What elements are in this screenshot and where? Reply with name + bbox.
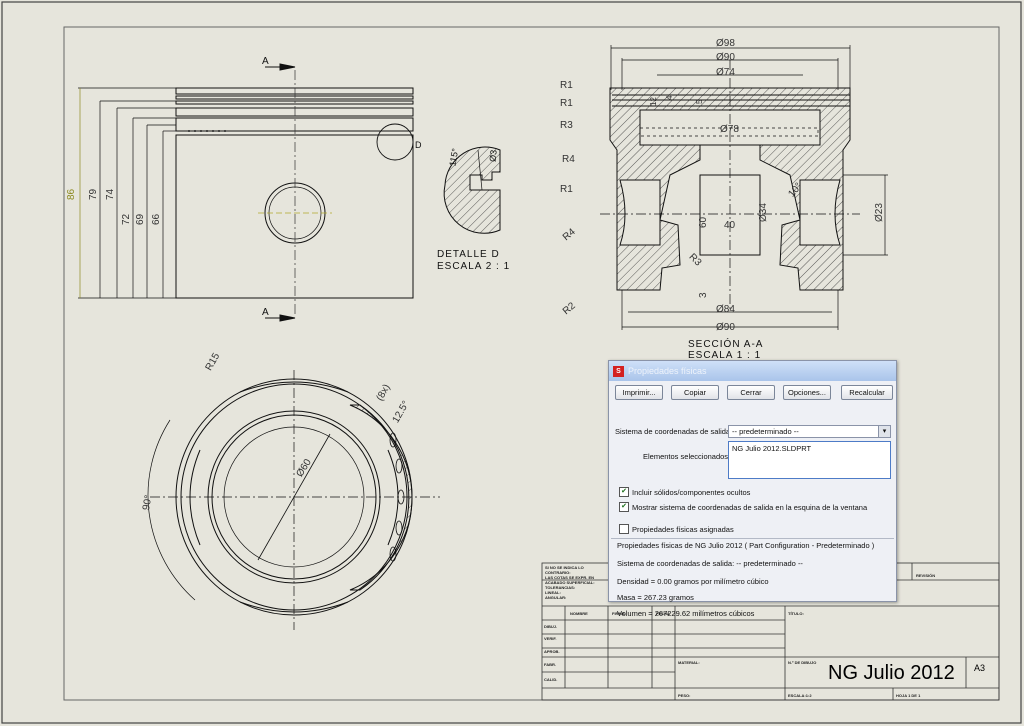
tb-material: MATERIAL: (678, 660, 700, 665)
dim-12: 12 (649, 97, 658, 106)
dialog-title: Propiedades físicas (628, 366, 707, 376)
result-line-4: Masa = 267.23 gramos (617, 593, 694, 602)
section-marker-bottom: A (262, 307, 269, 318)
show-coord-checkbox[interactable]: ✔ Mostrar sistema de coordenadas de sali… (619, 502, 867, 512)
show-coord-label: Mostrar sistema de coordenadas de salida… (632, 502, 868, 512)
radius-r4-a: R4 (562, 154, 575, 165)
dim-d84: Ø84 (716, 304, 735, 315)
tb-note-6: ANGULAR: (545, 595, 566, 600)
dim-d78: Ø78 (720, 124, 739, 135)
dim-d90-bottom: Ø90 (716, 322, 735, 333)
copy-button[interactable]: Copiar (671, 385, 719, 400)
dim-d34: Ø34 (758, 203, 769, 222)
include-hidden-checkbox[interactable]: ✔ Incluir sólidos/componentes ocultos (619, 487, 750, 497)
sheet-size: A3 (974, 663, 986, 673)
dim-d90-top: Ø90 (716, 52, 735, 63)
tb-scale: ESCALA:1:2 (788, 693, 812, 698)
tb-sheet: HOJA 1 DE 1 (896, 693, 921, 698)
tb-header-name: NOMBRE (570, 611, 588, 616)
check-icon[interactable]: ✔ (619, 487, 629, 497)
solidworks-logo-icon: S (613, 365, 624, 377)
result-line-2: Sistema de coordenadas de salida: -- pre… (617, 559, 803, 568)
tb-row-verif: VERIF. (544, 636, 556, 641)
revision-label: REVISIÓN (916, 573, 935, 578)
dim-69: 69 (135, 213, 146, 225)
detail-marker: D (415, 140, 422, 150)
detail-scale: ESCALA 2 : 1 (437, 261, 510, 272)
print-button[interactable]: Imprimir... (615, 385, 663, 400)
dim-d74: Ø74 (716, 67, 735, 78)
dim-72: 72 (121, 213, 132, 225)
detail-dia: Ø3 (488, 149, 499, 162)
dim-d23: Ø23 (874, 203, 885, 222)
tb-row-fabr: FABR. (544, 662, 556, 667)
coord-system-value: -- predeterminado -- (732, 427, 799, 436)
assigned-props-label: Propiedades físicas asignadas (632, 524, 734, 534)
options-button[interactable]: Opciones... (783, 385, 831, 400)
chevron-down-icon[interactable]: ▾ (878, 426, 890, 437)
tb-weight: PESO: (678, 693, 690, 698)
dim-3: 3 (698, 292, 709, 298)
radius-r3: R3 (560, 120, 573, 131)
radius-r1-a: R1 (560, 80, 573, 91)
tb-drawing-no: N.º DE DIBUJO (788, 660, 816, 665)
dim-60: 60 (698, 216, 709, 228)
selected-items-label: Elementos seleccionados: (643, 452, 731, 461)
assigned-props-checkbox[interactable]: Propiedades físicas asignadas (619, 524, 734, 534)
tb-row-aprob: APROB. (544, 649, 560, 654)
dim-66: 66 (151, 213, 162, 225)
physical-properties-dialog[interactable]: S Propiedades físicas Imprimir... Copiar… (608, 360, 897, 618)
recalculate-button[interactable]: Recalcular (841, 385, 893, 400)
radius-r1-c: R1 (560, 184, 573, 195)
tb-row-dibuj: DIBUJ. (544, 624, 557, 629)
dim-40: 40 (724, 220, 736, 231)
selected-item[interactable]: NG Julio 2012.SLDPRT (732, 444, 887, 453)
coord-system-select[interactable]: -- predeterminado -- ▾ (728, 425, 891, 438)
unchecked-box-icon[interactable] (619, 524, 629, 534)
coord-system-label: Sistema de coordenadas de salida: (615, 427, 733, 436)
dim-86: 86 (66, 188, 77, 200)
radius-r1-b: R1 (560, 98, 573, 109)
dim-5: 5 (695, 99, 704, 104)
close-button[interactable]: Cerrar (727, 385, 775, 400)
dim-d98: Ø98 (716, 38, 735, 49)
tb-row-calid: CALID. (544, 677, 557, 682)
drawing-title: NG Julio 2012 (828, 662, 955, 684)
result-line-1: Propiedades físicas de NG Julio 2012 ( P… (617, 541, 875, 550)
result-line-3: Densidad = 0.00 gramos por milímetro cúb… (617, 577, 769, 586)
dim-79: 79 (88, 188, 99, 200)
check-icon[interactable]: ✔ (619, 502, 629, 512)
include-hidden-label: Incluir sólidos/componentes ocultos (632, 487, 751, 497)
section-title: SECCIÓN A-A (688, 337, 763, 350)
dim-74: 74 (105, 188, 116, 200)
detail-title: DETALLE D (437, 249, 500, 260)
section-marker-top: A (262, 56, 269, 67)
dim-4: 4 (665, 95, 674, 100)
results-area: Propiedades físicas de NG Julio 2012 ( P… (611, 538, 894, 619)
selected-items-list[interactable]: NG Julio 2012.SLDPRT (728, 441, 891, 479)
result-line-5: Volumen = 267229.62 milímetros cúbicos (617, 609, 755, 618)
dialog-titlebar[interactable]: S Propiedades físicas (609, 361, 896, 381)
